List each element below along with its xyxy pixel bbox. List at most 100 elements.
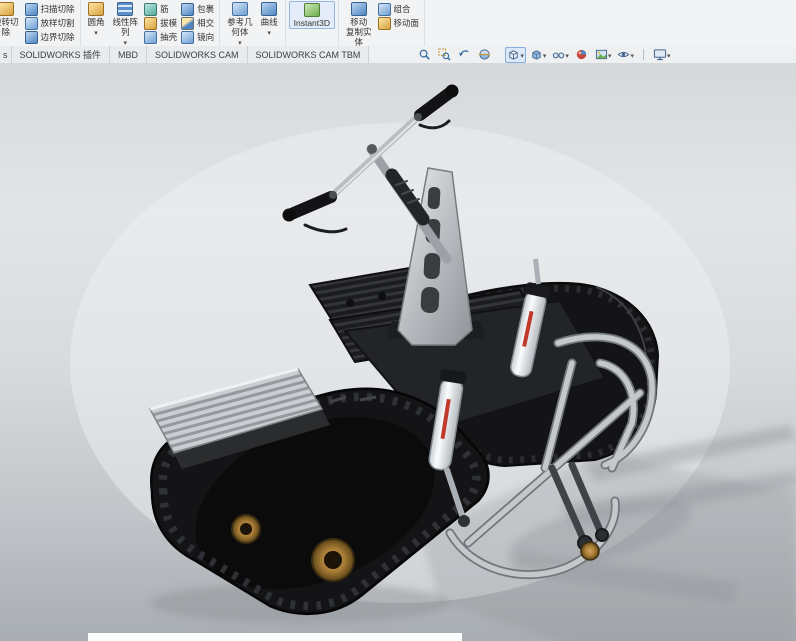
- move-face-label: 移动面: [393, 18, 420, 28]
- linear-pattern-icon: [117, 2, 134, 16]
- wrap-label: 包裹: [197, 4, 215, 14]
- curves-dropdown-caret[interactable]: [267, 27, 271, 37]
- command-manager-ribbon: 旋转切 除 扫描切除 放样切割 边界切除 圆角 线性阵: [0, 0, 796, 47]
- combine-icon: [377, 2, 391, 16]
- display-style-button[interactable]: [528, 47, 549, 63]
- section-view-button[interactable]: [475, 47, 493, 63]
- boundary-cut-button[interactable]: 边界切除: [23, 30, 77, 44]
- previous-view-icon: [459, 50, 469, 57]
- draft-button[interactable]: 拔模: [142, 16, 179, 30]
- fillet-label: 圆角: [87, 17, 105, 27]
- intersect-label: 相交: [197, 18, 215, 28]
- fillet-button[interactable]: 圆角: [84, 1, 109, 37]
- move-copy-body-button[interactable]: 移动 复制实 体: [342, 1, 376, 46]
- combine-label: 组合: [393, 4, 411, 14]
- combine-button[interactable]: 组合: [376, 2, 422, 16]
- view-orientation-icon: [509, 50, 519, 60]
- screen-display-icon: [653, 49, 667, 61]
- mirror-icon: [181, 30, 195, 44]
- revolved-cut-icon: [0, 2, 14, 16]
- display-style-caret[interactable]: [543, 50, 547, 60]
- view-settings-icon: [618, 51, 630, 58]
- section-view-icon: [478, 49, 490, 60]
- command-manager-tab-bar: s SOLIDWORKS 插件 MBD SOLIDWORKS CAM SOLID…: [0, 46, 796, 64]
- view-orientation-caret[interactable]: [520, 50, 524, 60]
- tab-solidworks-cam[interactable]: SOLIDWORKS CAM: [147, 46, 248, 63]
- draft-label: 拔模: [160, 18, 178, 28]
- hide-show-items-button[interactable]: [550, 47, 571, 63]
- move-copy-body-label-1: 移动: [350, 17, 368, 27]
- zoom-to-fit-button[interactable]: [415, 47, 433, 63]
- edit-appearance-button[interactable]: [573, 47, 591, 63]
- swept-cut-label: 扫描切除: [40, 4, 75, 14]
- view-settings-button[interactable]: [615, 47, 636, 63]
- wrap-button[interactable]: 包裹: [179, 2, 216, 16]
- graphics-area[interactable]: [0, 63, 796, 641]
- shell-button[interactable]: 抽壳: [142, 30, 179, 44]
- tab-features-partial[interactable]: s: [0, 46, 12, 63]
- move-copy-body-label-2: 复制实: [346, 27, 372, 37]
- linear-pattern-label-1: 线性阵: [112, 17, 139, 27]
- mirror-button[interactable]: 镜向: [179, 30, 216, 44]
- mirror-label: 镜向: [197, 32, 215, 42]
- tab-mbd-label: MBD: [118, 49, 139, 60]
- rib-button[interactable]: 筋: [142, 2, 179, 16]
- tab-solidworks-addins[interactable]: SOLIDWORKS 插件: [11, 46, 111, 63]
- intersect-button[interactable]: 相交: [179, 16, 216, 30]
- heads-up-view-toolbar: [415, 46, 672, 63]
- ribbon-group-direct-editing: 移动 复制实 体 组合 移动面: [339, 0, 426, 46]
- 3d-model-tracked-vehicle[interactable]: [0, 63, 796, 641]
- move-face-icon: [377, 16, 391, 30]
- ribbon-group-features: 圆角 线性阵 列 筋 拔模 抽壳 包裹: [81, 0, 221, 46]
- fillet-dropdown-caret[interactable]: [94, 27, 98, 37]
- curves-button[interactable]: 曲线: [257, 1, 282, 37]
- ribbon-group-cuts: 旋转切 除 扫描切除 放样切割 边界切除: [0, 0, 81, 46]
- ribbon-group-instant3d: Instant3D: [286, 0, 340, 46]
- revolved-cut-button[interactable]: 旋转切 除: [0, 1, 23, 37]
- view-settings-caret[interactable]: [630, 50, 634, 60]
- rib-icon: [144, 2, 158, 16]
- move-face-button[interactable]: 移动面: [376, 16, 422, 30]
- feature-stack-1: 筋 拔模 抽壳: [142, 1, 179, 44]
- tab-features-label: s: [3, 49, 8, 60]
- screen-display-caret[interactable]: [667, 50, 671, 60]
- curves-icon: [261, 2, 278, 16]
- instant3d-toggle-button[interactable]: Instant3D: [288, 1, 336, 29]
- edit-appearance-icon: [577, 49, 587, 60]
- previous-view-button[interactable]: [455, 47, 473, 63]
- apply-scene-icon: [595, 49, 608, 60]
- lofted-cut-icon: [24, 16, 38, 30]
- linear-pattern-label-2: 列: [121, 27, 130, 37]
- swept-cut-icon: [24, 2, 38, 16]
- zoom-to-fit-icon: [419, 49, 430, 60]
- tab-solidworks-cam-tbm[interactable]: SOLIDWORKS CAM TBM: [247, 46, 370, 63]
- draft-icon: [144, 16, 158, 30]
- display-style-icon: [532, 50, 541, 60]
- instant3d-icon: [303, 3, 320, 17]
- hide-show-items-caret[interactable]: [565, 50, 569, 60]
- revolved-cut-label-1: 旋转切: [0, 17, 19, 27]
- screen-display-button[interactable]: [651, 47, 673, 63]
- tab-mbd[interactable]: MBD: [110, 46, 148, 63]
- shell-label: 抽壳: [160, 32, 178, 42]
- linear-pattern-button[interactable]: 线性阵 列: [109, 1, 143, 46]
- hud-separator: [642, 49, 644, 60]
- swept-cut-button[interactable]: 扫描切除: [23, 2, 77, 16]
- intersect-icon: [181, 16, 195, 30]
- view-orientation-button[interactable]: [505, 46, 526, 63]
- direct-editing-stack: 组合 移动面: [376, 1, 422, 30]
- reference-geometry-icon: [231, 2, 248, 16]
- zoom-to-area-button[interactable]: [435, 47, 453, 63]
- reference-geometry-button[interactable]: 参考几 何体: [223, 1, 257, 46]
- apply-scene-caret[interactable]: [608, 50, 612, 60]
- bottom-strip: [88, 633, 462, 641]
- lofted-cut-button[interactable]: 放样切割: [23, 16, 77, 30]
- apply-scene-button[interactable]: [593, 47, 614, 63]
- shell-icon: [144, 30, 158, 44]
- move-copy-body-icon: [350, 2, 367, 16]
- boundary-cut-label: 边界切除: [40, 32, 75, 42]
- revolved-cut-label-2: 除: [1, 27, 11, 37]
- reference-geometry-label-1: 参考几: [227, 17, 253, 27]
- boundary-cut-icon: [24, 30, 38, 44]
- rib-label: 筋: [160, 4, 169, 14]
